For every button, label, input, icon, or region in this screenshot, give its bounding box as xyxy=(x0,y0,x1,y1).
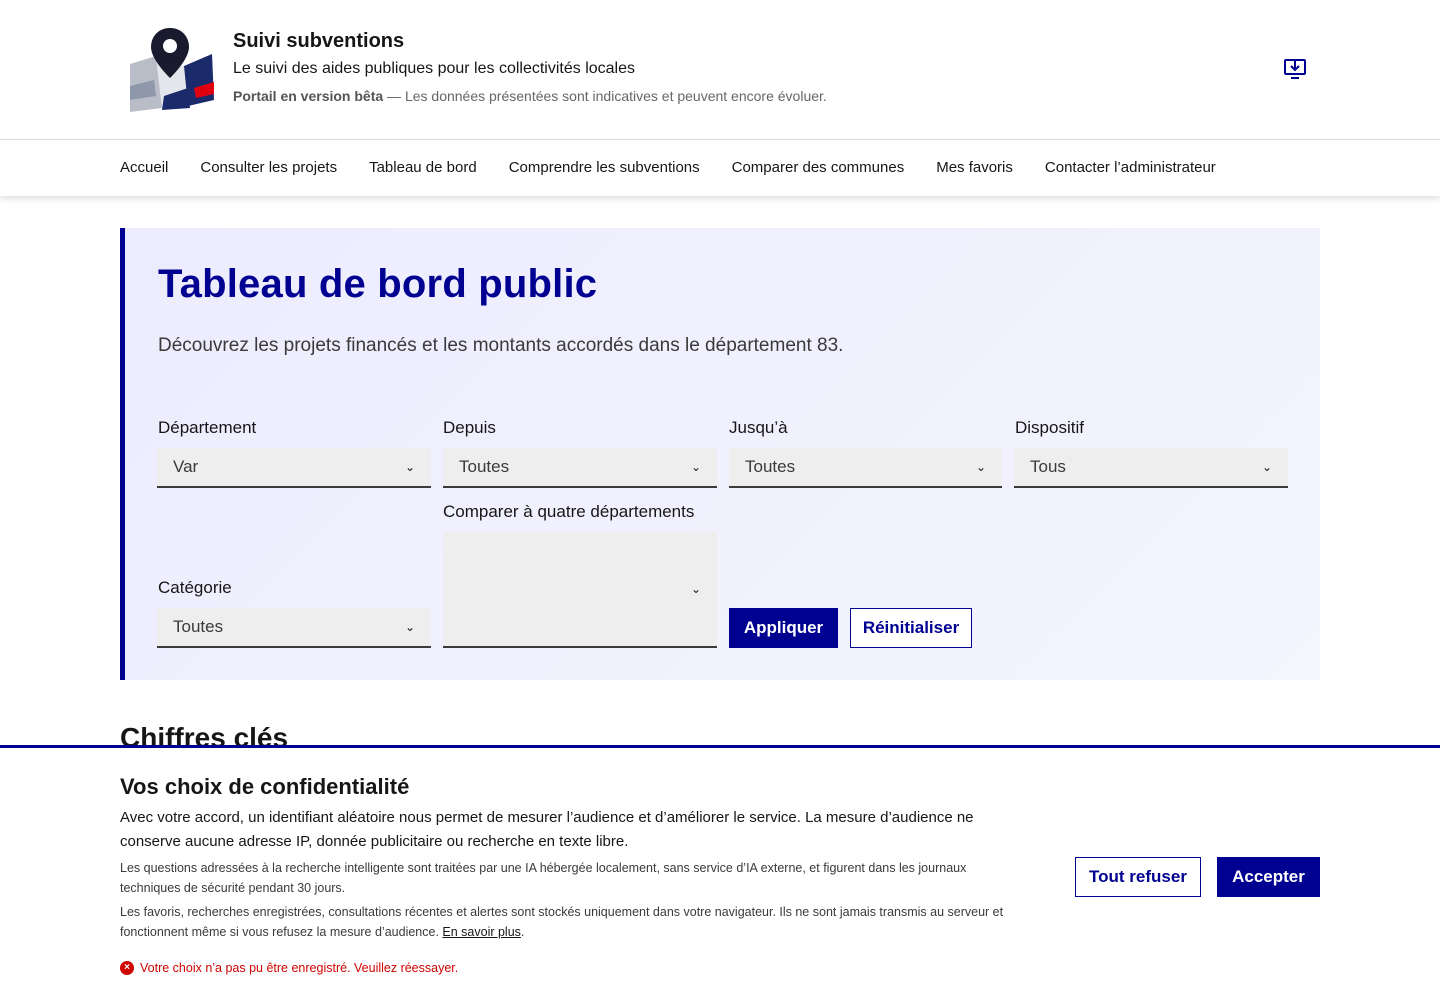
chevron-down-icon: ⌄ xyxy=(975,460,986,474)
nav-item-comprendre-subventions[interactable]: Comprendre les subventions xyxy=(509,140,700,196)
jusqua-label: Jusqu’à xyxy=(729,418,788,437)
consent-ai-text: Les questions adressées à la recherche i… xyxy=(120,861,967,895)
dispositif-label: Dispositif xyxy=(1015,418,1084,437)
comparer-departements-multiselect[interactable]: ⌄ xyxy=(443,532,717,648)
refuse-all-button[interactable]: Tout refuser xyxy=(1075,857,1201,897)
error-icon: × xyxy=(120,961,134,975)
site-title[interactable]: Suivi subventions xyxy=(233,28,827,54)
departement-value: Var xyxy=(173,457,199,476)
consent-storage-body: Les favoris, recherches enregistrées, co… xyxy=(120,905,1004,939)
departement-label: Département xyxy=(158,418,257,437)
categorie-value: Toutes xyxy=(173,617,224,636)
page-description: Découvrez les projets financés et les mo… xyxy=(158,335,844,356)
depuis-value: Toutes xyxy=(459,457,510,476)
site-header: Suivi subventions Le suivi des aides pub… xyxy=(0,0,1440,140)
nav-item-tableau-de-bord[interactable]: Tableau de bord xyxy=(369,140,477,196)
apply-button[interactable]: Appliquer xyxy=(729,608,838,648)
install-app-button[interactable] xyxy=(1282,57,1310,83)
nav-item-mes-favoris[interactable]: Mes favoris xyxy=(936,140,1013,196)
accept-button[interactable]: Accepter xyxy=(1217,857,1320,897)
nav-item-contacter-administrateur[interactable]: Contacter l’administrateur xyxy=(1045,140,1216,196)
consent-error-message: × Votre choix n’a pas pu être enregistré… xyxy=(120,959,458,977)
main-navigation: Accueil Consulter les projets Tableau de… xyxy=(0,140,1440,196)
site-tagline: Le suivi des aides publiques pour les co… xyxy=(233,60,635,77)
consent-storage-end: . xyxy=(520,925,525,939)
map-pin-logo-icon xyxy=(130,28,214,112)
comparer-label: Comparer à quatre départements xyxy=(443,502,695,521)
jusqua-value: Toutes xyxy=(745,457,796,476)
chevron-down-icon: ⌄ xyxy=(690,582,701,596)
categorie-label: Catégorie xyxy=(158,578,232,597)
consent-audience-text: Avec votre accord, un identifiant aléato… xyxy=(120,809,974,850)
chevron-down-icon: ⌄ xyxy=(1261,460,1272,474)
beta-text: — Les données présentées sont indicative… xyxy=(383,88,827,104)
consent-title: Vos choix de confidentialité xyxy=(120,774,410,799)
consent-banner: Vos choix de confidentialité Avec votre … xyxy=(0,745,1440,1000)
brand: Suivi subventions Le suivi des aides pub… xyxy=(233,28,827,106)
departement-select[interactable]: Var ⌄ xyxy=(157,448,431,488)
logo[interactable] xyxy=(124,26,216,114)
categorie-select[interactable]: Toutes ⌄ xyxy=(157,608,431,648)
beta-notice: Portail en version bêta — Les données pr… xyxy=(233,86,827,106)
learn-more-link[interactable]: En savoir plus xyxy=(442,925,521,939)
beta-label: Portail en version bêta xyxy=(233,88,384,104)
chevron-down-icon: ⌄ xyxy=(404,620,415,634)
reset-button[interactable]: Réinitialiser xyxy=(850,608,972,648)
dashboard-hero: Tableau de bord public Découvrez les pro… xyxy=(120,228,1320,680)
chevron-down-icon: ⌄ xyxy=(404,460,415,474)
dispositif-select[interactable]: Tous ⌄ xyxy=(1014,448,1288,488)
page-title: Tableau de bord public xyxy=(158,262,598,306)
jusqua-select[interactable]: Toutes ⌄ xyxy=(729,448,1002,488)
consent-error-text: Votre choix n’a pas pu être enregistré. … xyxy=(140,961,459,975)
nav-item-comparer-communes[interactable]: Comparer des communes xyxy=(732,140,905,196)
nav-item-consulter-projets[interactable]: Consulter les projets xyxy=(200,140,337,196)
nav-item-accueil[interactable]: Accueil xyxy=(120,140,168,196)
depuis-select[interactable]: Toutes ⌄ xyxy=(443,448,717,488)
chevron-down-icon: ⌄ xyxy=(690,460,701,474)
depuis-label: Depuis xyxy=(443,418,496,437)
install-app-icon xyxy=(1284,59,1306,79)
consent-storage-text: Les favoris, recherches enregistrées, co… xyxy=(120,902,1040,942)
dispositif-value: Tous xyxy=(1030,457,1066,476)
